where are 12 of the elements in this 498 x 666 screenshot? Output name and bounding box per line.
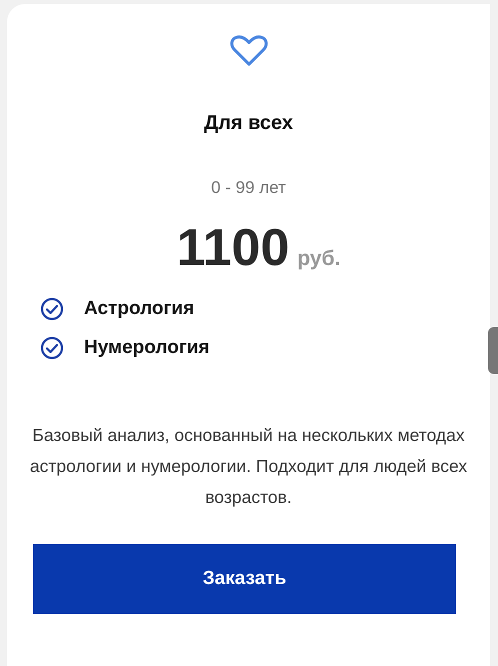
plan-description: Базовый анализ, основанный на нескольких методах астрологии и нумерологии. Подходит для людей всех возрастов. (28, 424, 468, 510)
plan-title: Для всех (204, 112, 294, 135)
order-button[interactable]: Заказать (33, 544, 456, 614)
feature-label: Нумерология (84, 337, 210, 360)
age-range: 0 - 99 лет (211, 178, 286, 198)
feature-label: Астрология (84, 298, 194, 320)
side-handle[interactable] (488, 327, 498, 374)
currency: руб. (297, 247, 340, 271)
check-circle-icon (40, 297, 64, 322)
price: 1100 (176, 220, 290, 278)
check-circle-icon (40, 336, 64, 360)
heart-icon (230, 34, 268, 68)
